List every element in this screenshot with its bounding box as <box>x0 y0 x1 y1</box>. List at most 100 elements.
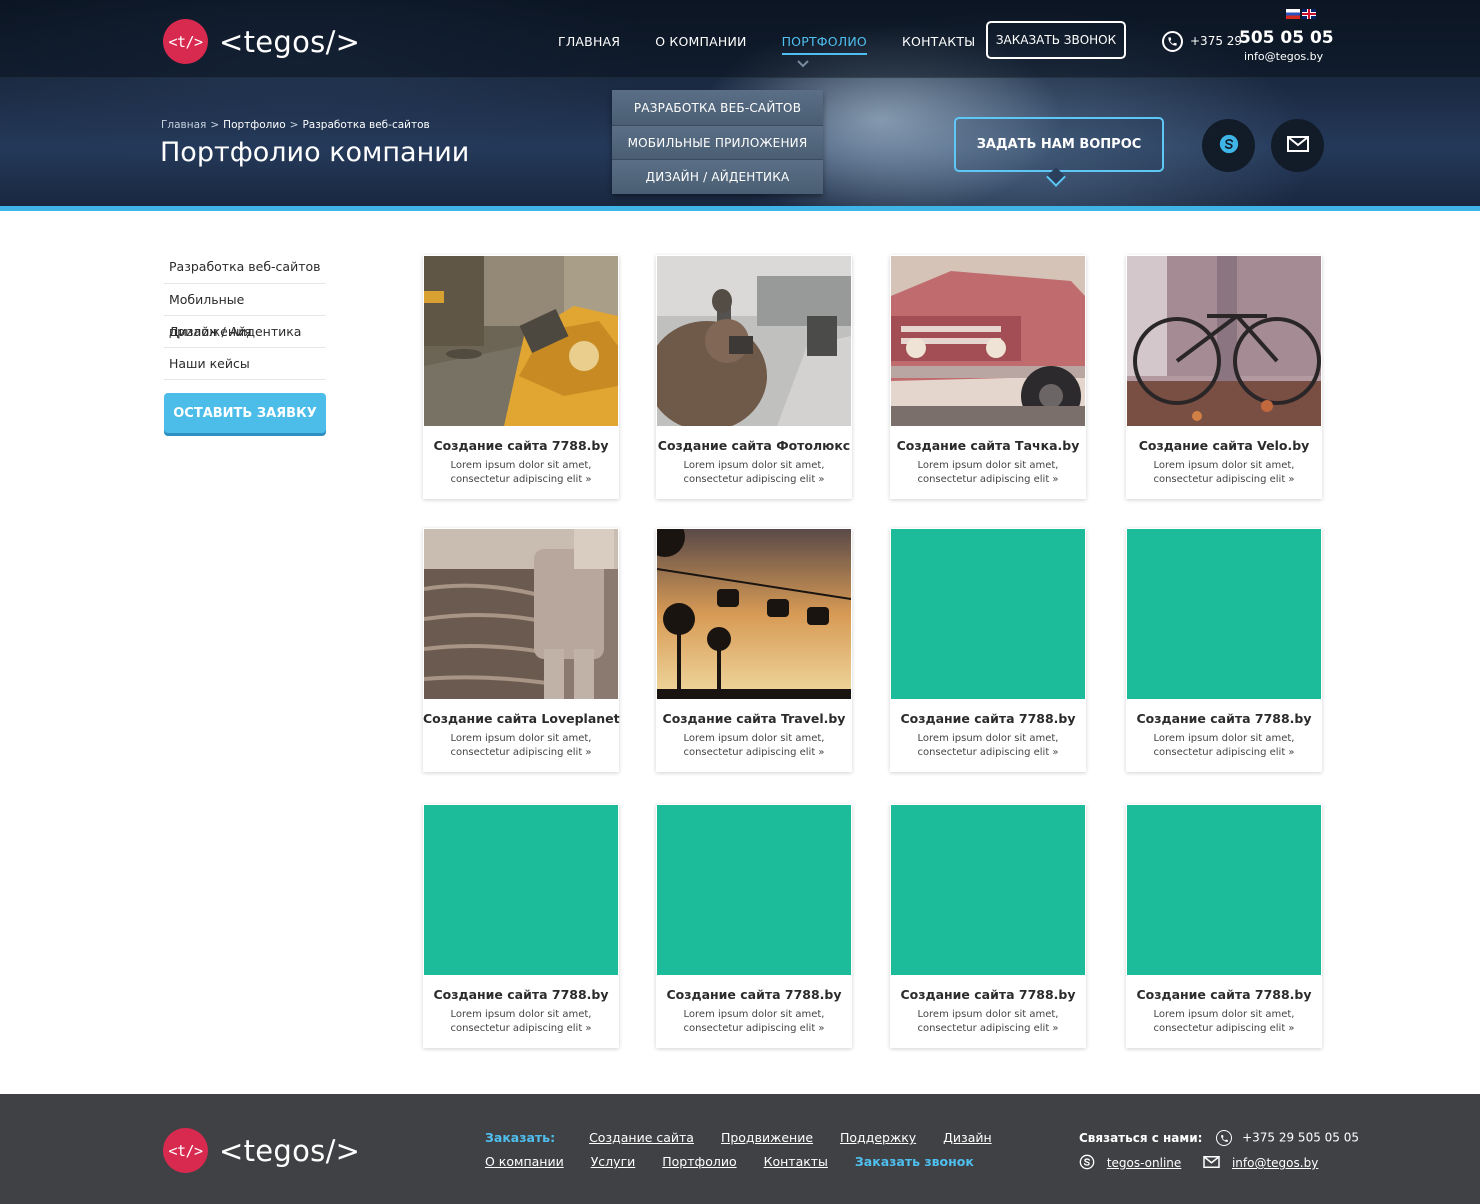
footer-phone[interactable]: +375 29 505 05 05 <box>1242 1131 1359 1145</box>
dropdown-item-mobile[interactable]: МОБИЛЬНЫЕ ПРИЛОЖЕНИЯ <box>612 126 823 160</box>
child-photo <box>424 529 618 699</box>
phone-icon <box>1216 1130 1233 1146</box>
card-title: Создание сайта 7788.by <box>900 711 1076 726</box>
card-description: Lorem ipsum dolor sit amet, consectetur … <box>917 1009 1059 1034</box>
footer-link-portfolio[interactable]: Портфолио <box>662 1154 736 1169</box>
portfolio-card[interactable]: Создание сайта 7788.by Lorem ipsum dolor… <box>890 528 1086 772</box>
portfolio-card[interactable]: Создание сайта Loveplanet Lorem ipsum do… <box>423 528 620 772</box>
dropdown-item-web[interactable]: РАЗРАБОТКА ВЕБ-САЙТОВ <box>612 90 823 126</box>
card-description: Lorem ipsum dolor sit amet, consectetur … <box>450 460 592 485</box>
old-car-photo <box>891 256 1085 426</box>
footer-nav-links: О компании Услуги Портфолио Контакты Зак… <box>485 1154 997 1169</box>
cable-car-photo <box>657 529 851 699</box>
footer-link-contacts[interactable]: Контакты <box>764 1154 828 1169</box>
card-description: Lorem ipsum dolor sit amet, consectetur … <box>1153 1009 1295 1034</box>
card-description: Lorem ipsum dolor sit amet, consectetur … <box>917 460 1059 485</box>
card-description: Lorem ipsum dolor sit amet, consectetur … <box>917 733 1059 758</box>
card-title: Создание сайта 7788.by <box>1136 711 1312 726</box>
footer-logo[interactable]: <t/> <tegos/> <box>163 1128 360 1173</box>
mail-icon <box>1286 135 1309 156</box>
chevron-down-icon <box>797 57 809 71</box>
breadcrumb-current: Разработка веб-сайтов <box>302 119 430 131</box>
portfolio-card[interactable]: Создание сайта 7788.by Lorem ipsum dolor… <box>423 804 619 1048</box>
breadcrumb-portfolio[interactable]: Портфолио <box>223 119 285 131</box>
skype-icon <box>1079 1154 1095 1173</box>
card-description: Lorem ipsum dolor sit amet, consectetur … <box>1153 733 1295 758</box>
phone-icon <box>1162 31 1183 52</box>
ask-question-button[interactable]: ЗАДАТЬ НАМ ВОПРОС <box>954 117 1164 172</box>
portfolio-card[interactable]: Создание сайта Travel.by Lorem ipsum dol… <box>656 528 852 772</box>
logo-text: <tegos/> <box>219 1133 361 1168</box>
phone-number[interactable]: 505 05 05 <box>1239 28 1334 48</box>
nav-home[interactable]: ГЛАВНАЯ <box>558 34 620 49</box>
breadcrumb: Главная > Портфолио > Разработка веб-сайтов <box>161 119 430 131</box>
card-title: Создание сайта Velo.by <box>1138 438 1310 453</box>
logo-mark: <t/> <box>163 19 208 64</box>
footer-contact-row: Связаться с нами: +375 29 505 05 05 <box>1079 1130 1359 1146</box>
nav-about[interactable]: О КОМПАНИИ <box>655 34 746 49</box>
card-title: Создание сайта 7788.by <box>666 987 842 1002</box>
card-description: Lorem ipsum dolor sit amet, consectetur … <box>450 733 592 758</box>
footer-link-services[interactable]: Услуги <box>591 1154 636 1169</box>
footer-link-design[interactable]: Дизайн <box>943 1130 992 1145</box>
card-title: Создание сайта 7788.by <box>433 438 609 453</box>
portfolio-card[interactable]: Создание сайта 7788.by Lorem ipsum dolor… <box>656 804 852 1048</box>
callback-button[interactable]: ЗАКАЗАТЬ ЗВОНОК <box>986 21 1126 59</box>
sidebar-item-web[interactable]: Разработка веб-сайтов <box>164 250 326 284</box>
sidebar-item-mobile[interactable]: Мобильные приложения <box>164 284 326 339</box>
leave-request-button[interactable]: ОСТАВИТЬ ЗАЯВКУ <box>164 393 326 433</box>
footer-link-site[interactable]: Создание сайта <box>589 1130 694 1145</box>
nav-portfolio[interactable]: ПОРТФОЛИО <box>781 34 868 55</box>
card-title: Создание сайта Фотолюкс <box>657 438 851 453</box>
card-title: Создание сайта Loveplanet <box>423 711 620 726</box>
portfolio-card[interactable]: Создание сайта 7788.by Lorem ipsum dolor… <box>1126 804 1322 1048</box>
footer-email[interactable]: info@tegos.by <box>1232 1156 1318 1170</box>
footer-link-support[interactable]: Поддержку <box>840 1130 916 1145</box>
footer-link-promo[interactable]: Продвижение <box>721 1130 813 1145</box>
site-logo[interactable]: <t/> <tegos/> <box>163 19 360 64</box>
footer-contact-label: Связаться с нами: <box>1079 1130 1203 1145</box>
footer-callback-link[interactable]: Заказать звонок <box>855 1154 974 1169</box>
card-description: Lorem ipsum dolor sit amet, consectetur … <box>450 1009 592 1034</box>
footer-order-label: Заказать: <box>485 1130 556 1145</box>
card-description: Lorem ipsum dolor sit amet, consectetur … <box>1153 460 1295 485</box>
sidebar-item-cases[interactable]: Наши кейсы <box>164 348 326 380</box>
breadcrumb-home[interactable]: Главная <box>161 119 206 131</box>
hero-divider <box>0 206 1480 211</box>
image-placeholder <box>891 805 1085 975</box>
photographer-photo <box>657 256 851 426</box>
portfolio-card[interactable]: Создание сайта 7788.by Lorem ipsum dolor… <box>890 804 1086 1048</box>
card-description: Lorem ipsum dolor sit amet, consectetur … <box>683 460 825 485</box>
main-nav: ГЛАВНАЯ О КОМПАНИИ ПОРТФОЛИО КОНТАКТЫ <box>558 34 1010 55</box>
sidebar-item-design[interactable]: Дизайн / Айдентика <box>164 316 326 348</box>
nav-contacts[interactable]: КОНТАКТЫ <box>902 34 975 49</box>
logo-text: <tegos/> <box>219 24 361 59</box>
image-placeholder <box>657 805 851 975</box>
header-email[interactable]: info@tegos.by <box>1244 50 1323 63</box>
phone-prefix: +375 29 <box>1190 34 1243 48</box>
page-title: Портфолио компании <box>160 137 470 168</box>
dropdown-item-design[interactable]: ДИЗАЙН / АЙДЕНТИКА <box>612 160 823 194</box>
footer-link-about[interactable]: О компании <box>485 1154 564 1169</box>
card-title: Создание сайта Тачка.by <box>896 438 1080 453</box>
portfolio-card[interactable]: Создание сайта Velo.by Lorem ipsum dolor… <box>1126 255 1322 499</box>
mail-icon <box>1203 1156 1220 1171</box>
flag-en-icon[interactable] <box>1302 9 1316 19</box>
card-title: Создание сайта 7788.by <box>433 987 609 1002</box>
image-placeholder <box>1127 529 1321 699</box>
skype-icon <box>1218 133 1240 159</box>
card-title: Создание сайта Travel.by <box>662 711 846 726</box>
flag-ru-icon[interactable] <box>1286 9 1300 19</box>
image-placeholder <box>1127 805 1321 975</box>
portfolio-card[interactable]: Создание сайта Фотолюкс Lorem ipsum dolo… <box>656 255 852 499</box>
mail-button[interactable] <box>1271 119 1324 172</box>
footer-skype[interactable]: tegos-online <box>1107 1156 1181 1170</box>
breadcrumb-separator: > <box>289 119 299 131</box>
card-title: Создание сайта 7788.by <box>900 987 1076 1002</box>
portfolio-card[interactable]: Создание сайта 7788.by Lorem ipsum dolor… <box>1126 528 1322 772</box>
portfolio-card[interactable]: Создание сайта 7788.by Lorem ipsum dolor… <box>423 255 619 499</box>
portfolio-card[interactable]: Создание сайта Тачка.by Lorem ipsum dolo… <box>890 255 1086 499</box>
card-title: Создание сайта 7788.by <box>1136 987 1312 1002</box>
skype-button[interactable] <box>1202 119 1255 172</box>
footer-order-links: Заказать: Создание сайта Продвижение Под… <box>485 1130 1015 1145</box>
